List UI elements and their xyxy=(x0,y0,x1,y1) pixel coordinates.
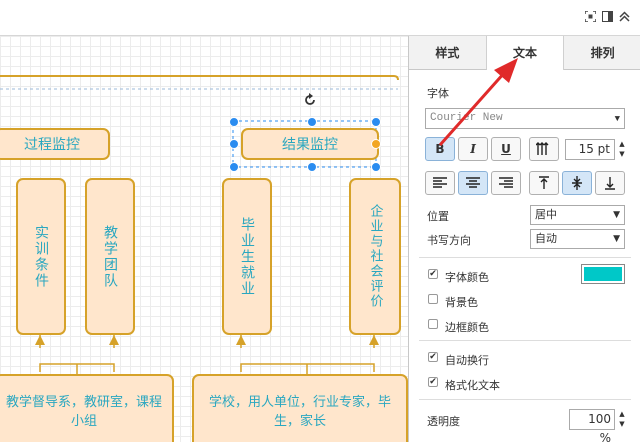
word-wrap-label: 自动换行 xyxy=(445,354,489,367)
font-color-fill xyxy=(584,267,622,281)
align-bottom-icon xyxy=(605,177,615,190)
font-size-stepper[interactable]: ▲ ▼ xyxy=(617,139,627,160)
training-conditions-node[interactable]: 实训条件 xyxy=(16,178,66,335)
border-color-label: 边框颜色 xyxy=(445,321,489,334)
align-top-button[interactable] xyxy=(529,171,559,195)
teaching-supervision-node[interactable]: 教学督导系，教研室，课程小组 xyxy=(0,374,174,442)
divider xyxy=(419,257,631,258)
teaching-team-node[interactable]: 教学团队 xyxy=(85,178,135,335)
align-right-icon xyxy=(499,177,513,188)
align-middle-button[interactable] xyxy=(562,171,592,195)
writing-direction-label: 书写方向 xyxy=(427,234,471,247)
enterprise-evaluation-text: 企业与社会评价 xyxy=(367,204,383,309)
dropdown-arrow-icon: ▼ xyxy=(614,114,620,124)
result-monitor-node[interactable]: 结果监控 xyxy=(241,128,379,160)
resize-handle[interactable] xyxy=(371,139,381,149)
resize-handle[interactable] xyxy=(229,117,239,127)
font-family-value: Courier New xyxy=(430,112,503,124)
writing-direction-value: 自动 xyxy=(535,232,557,245)
rotate-icon[interactable] xyxy=(303,93,317,107)
align-left-icon xyxy=(433,177,447,188)
diagram-canvas[interactable]: 过程监控 结果监控 实训条件 教学团队 毕业生就业 企业与社会评价 教学督导系，… xyxy=(0,36,408,442)
word-wrap-checkbox[interactable]: ✔ xyxy=(428,352,438,362)
vertical-text-button[interactable] xyxy=(529,137,559,161)
tab-text[interactable]: 文本 xyxy=(486,36,565,70)
divider xyxy=(419,399,631,400)
collapse-icon[interactable] xyxy=(619,11,630,22)
panel-tabs: 样式 文本 排列 xyxy=(409,36,640,70)
align-middle-icon xyxy=(572,176,582,190)
font-size-value: 15 pt xyxy=(578,142,610,156)
font-section-label: 字体 xyxy=(427,87,449,100)
opacity-input[interactable]: 100 % xyxy=(569,409,615,445)
resize-handle[interactable] xyxy=(371,117,381,127)
teaching-team-text: 教学团队 xyxy=(102,224,118,289)
align-center-button[interactable] xyxy=(458,171,488,195)
font-color-swatch[interactable] xyxy=(581,264,625,284)
fullscreen-icon[interactable] xyxy=(584,10,597,23)
teaching-supervision-text: 教学督导系，教研室，课程小组 xyxy=(5,394,162,429)
align-top-icon xyxy=(539,176,549,189)
align-bottom-button[interactable] xyxy=(595,171,625,195)
tab-arrange[interactable]: 排列 xyxy=(564,36,640,70)
vertical-text-icon xyxy=(536,142,549,155)
process-monitor-node[interactable]: 过程监控 xyxy=(0,128,110,160)
opacity-value: 100 % xyxy=(588,412,611,445)
align-right-button[interactable] xyxy=(491,171,521,195)
position-label: 位置 xyxy=(427,210,449,223)
stakeholders-text: 学校，用人单位，行业专家，毕生，家长 xyxy=(208,394,391,429)
resize-handle[interactable] xyxy=(371,162,381,172)
font-color-checkbox[interactable]: ✔ xyxy=(428,269,438,279)
position-select[interactable]: 居中 ▼ xyxy=(530,205,625,225)
font-size-input[interactable]: 15 pt xyxy=(565,139,615,160)
position-value: 居中 xyxy=(535,208,557,221)
formatted-text-label: 格式化文本 xyxy=(445,379,500,392)
divider xyxy=(419,340,631,341)
background-color-checkbox[interactable] xyxy=(428,294,438,304)
dropdown-arrow-icon: ▼ xyxy=(613,210,620,220)
training-conditions-text: 实训条件 xyxy=(33,224,49,289)
bold-label: B xyxy=(435,142,445,156)
resize-handle[interactable] xyxy=(307,117,317,127)
resize-handle[interactable] xyxy=(229,139,239,149)
underline-button[interactable]: U xyxy=(491,137,521,161)
italic-label: I xyxy=(470,142,476,156)
tab-style[interactable]: 样式 xyxy=(409,36,487,70)
font-family-select[interactable]: Courier New ▼ xyxy=(425,108,625,129)
background-color-label: 背景色 xyxy=(445,296,478,309)
panel-toggle-icon[interactable] xyxy=(602,11,613,22)
format-panel: 样式 文本 排列 字体 Courier New ▼ B I U 15 pt ▲ ▼… xyxy=(408,36,640,445)
writing-direction-select[interactable]: 自动 ▼ xyxy=(530,229,625,249)
graduate-employment-node[interactable]: 毕业生就业 xyxy=(222,178,272,335)
resize-handle[interactable] xyxy=(229,162,239,172)
graduate-employment-text: 毕业生就业 xyxy=(239,216,255,297)
process-monitor-text: 过程监控 xyxy=(24,137,80,153)
align-left-button[interactable] xyxy=(425,171,455,195)
font-color-label: 字体颜色 xyxy=(445,271,489,284)
toolbar-icons xyxy=(584,10,630,23)
underline-label: U xyxy=(501,142,511,156)
enterprise-evaluation-node[interactable]: 企业与社会评价 xyxy=(349,178,401,335)
italic-button[interactable]: I xyxy=(458,137,488,161)
formatted-text-checkbox[interactable]: ✔ xyxy=(428,377,438,387)
bold-button[interactable]: B xyxy=(425,137,455,161)
result-monitor-text: 结果监控 xyxy=(282,137,338,153)
border-color-checkbox[interactable] xyxy=(428,319,438,329)
opacity-label: 透明度 xyxy=(427,415,460,428)
top-toolbar xyxy=(0,0,640,36)
opacity-stepper[interactable]: ▲ ▼ xyxy=(617,409,627,430)
align-center-icon xyxy=(466,177,480,188)
stakeholders-node[interactable]: 学校，用人单位，行业专家，毕生，家长 xyxy=(192,374,408,442)
resize-handle[interactable] xyxy=(307,162,317,172)
dropdown-arrow-icon: ▼ xyxy=(613,234,620,244)
